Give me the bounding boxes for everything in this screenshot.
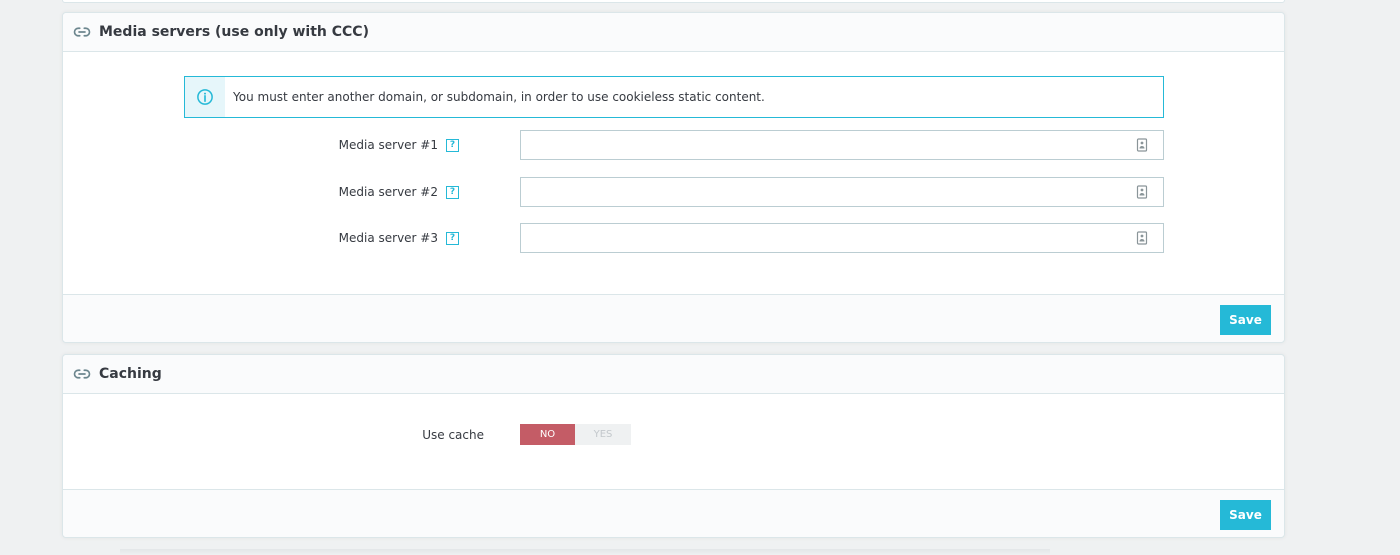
- info-alert: You must enter another domain, or subdom…: [184, 76, 1164, 118]
- caching-panel-heading: Caching: [63, 355, 1284, 394]
- media-server-2-input[interactable]: [520, 177, 1164, 207]
- switch-option-yes[interactable]: YES: [575, 424, 631, 445]
- media-servers-panel: Media servers (use only with CCC) You mu…: [62, 12, 1285, 343]
- use-cache-label: Use cache: [422, 427, 484, 442]
- previous-panel-edge: [62, 0, 1285, 3]
- caching-panel-footer: Save: [63, 489, 1284, 537]
- media-server-3-label: Media server #3 ?: [339, 223, 459, 253]
- help-icon[interactable]: ?: [446, 138, 459, 152]
- media-servers-panel-footer: Save: [63, 294, 1284, 342]
- use-cache-row: Use cache NO YES: [63, 424, 1284, 445]
- panel-title: Caching: [99, 366, 162, 382]
- alert-icon-box: [185, 77, 225, 117]
- media-server-3-label-text: Media server #3: [338, 231, 438, 245]
- info-icon: [196, 88, 214, 106]
- save-caching-button[interactable]: Save: [1220, 500, 1271, 530]
- save-media-servers-button[interactable]: Save: [1220, 305, 1271, 335]
- next-panel-shadow: [120, 549, 1050, 555]
- media-server-2-label: Media server #2 ?: [339, 177, 459, 207]
- contact-card-icon[interactable]: [1136, 185, 1148, 199]
- media-server-1-label-text: Media server #1: [338, 138, 438, 152]
- media-server-1-row: Media server #1 ?: [63, 130, 1284, 160]
- panel-title: Media servers (use only with CCC): [99, 24, 369, 40]
- link-icon: [73, 23, 91, 41]
- caching-panel: Caching Use cache NO YES Save: [62, 354, 1285, 538]
- help-icon[interactable]: ?: [446, 231, 459, 245]
- contact-card-icon[interactable]: [1136, 231, 1148, 245]
- media-server-1-input[interactable]: [520, 130, 1164, 160]
- media-server-3-input[interactable]: [520, 223, 1164, 253]
- switch-option-no[interactable]: NO: [520, 424, 575, 445]
- contact-card-icon[interactable]: [1136, 138, 1148, 152]
- media-servers-panel-heading: Media servers (use only with CCC): [63, 13, 1284, 52]
- media-server-3-row: Media server #3 ?: [63, 223, 1284, 253]
- media-server-2-label-text: Media server #2: [338, 185, 438, 199]
- media-server-2-row: Media server #2 ?: [63, 177, 1284, 207]
- use-cache-switch[interactable]: NO YES: [520, 424, 631, 445]
- media-server-1-label: Media server #1 ?: [339, 130, 459, 160]
- link-icon: [73, 365, 91, 383]
- help-icon[interactable]: ?: [446, 185, 459, 199]
- alert-message: You must enter another domain, or subdom…: [233, 90, 765, 104]
